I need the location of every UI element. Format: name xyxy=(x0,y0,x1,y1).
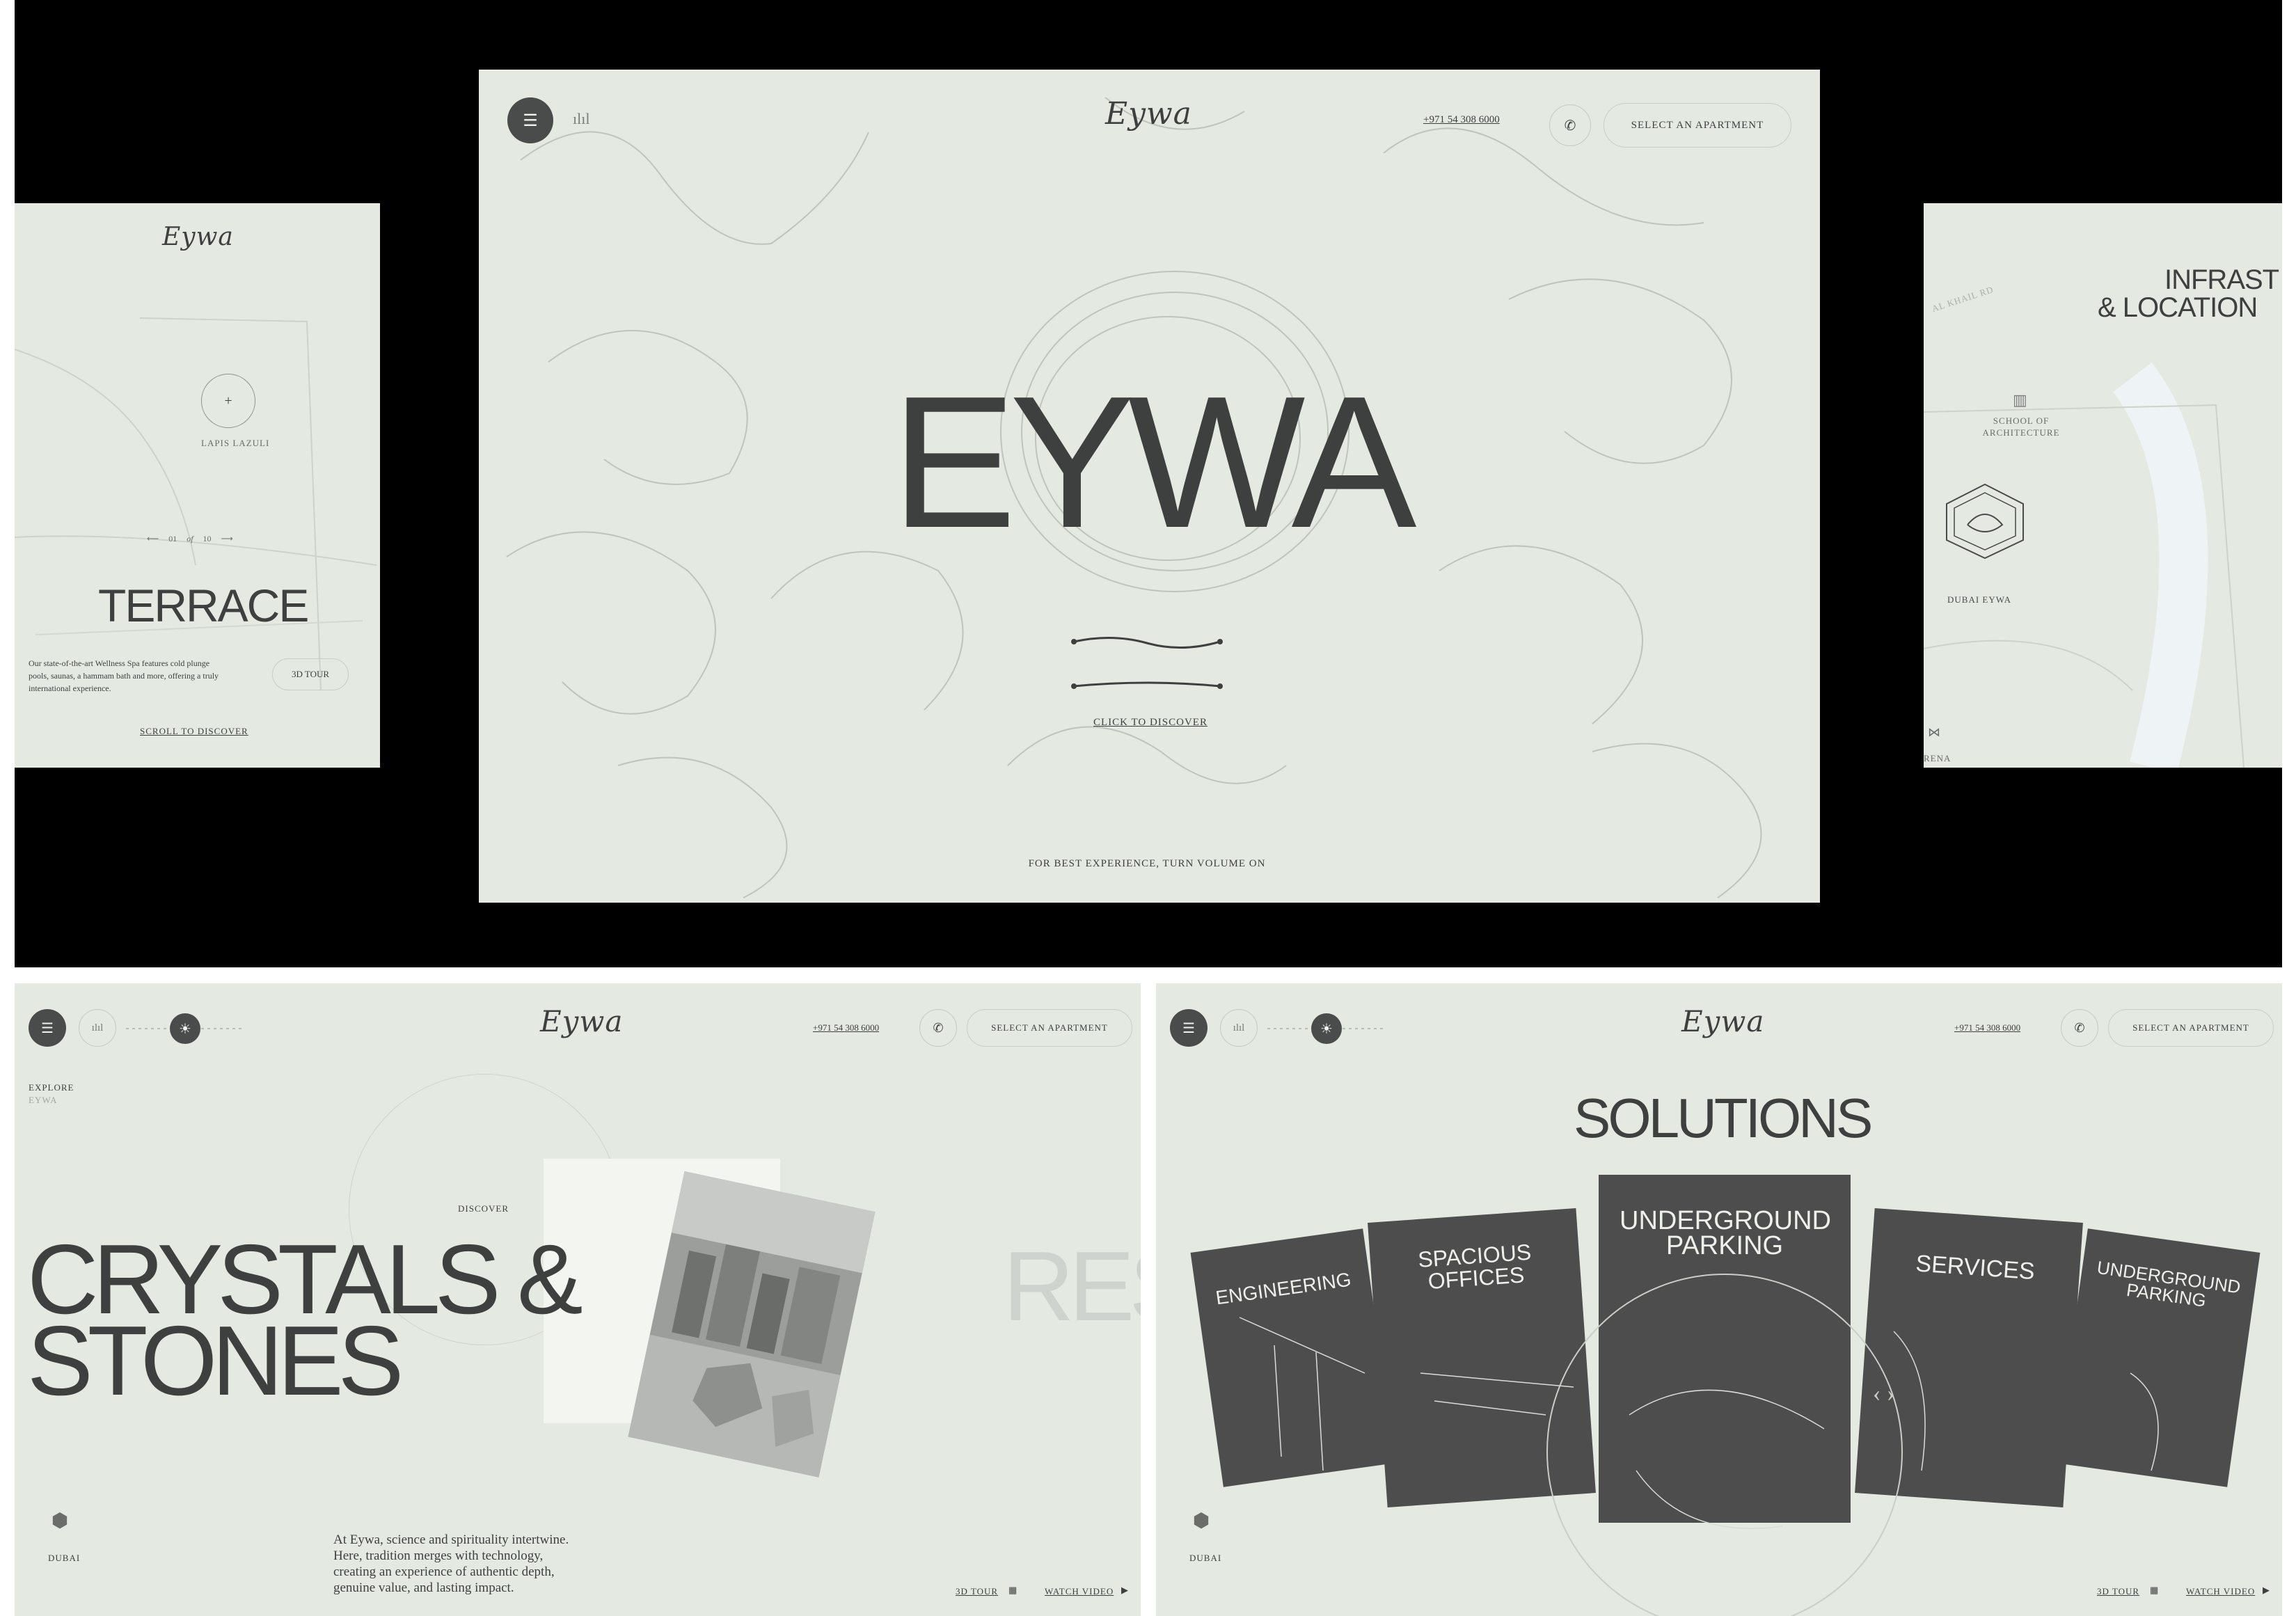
cs-watch-video-link[interactable]: WATCH VIDEO xyxy=(1045,1586,1114,1597)
scroll-to-discover-link[interactable]: SCROLL TO DISCOVER xyxy=(140,726,279,737)
eywa-hexagon-icon[interactable] xyxy=(1943,483,2027,560)
cs-description-line: Here, tradition merges with technology, xyxy=(333,1548,544,1563)
terrace-panel: Eywa + LAPIS LAZULI ⟵ 01 of 10 ⟶ TERRACE… xyxy=(15,203,380,768)
sol-play-icon[interactable]: ▶ xyxy=(2263,1585,2270,1596)
cs-play-icon[interactable]: ▶ xyxy=(1121,1585,1128,1596)
hero-panel: ☰ ılıl Eywa +971 54 308 6000 ✆ SELECT AN… xyxy=(479,70,1820,903)
sol-3d-tour-link[interactable]: 3D TOUR xyxy=(2097,1586,2139,1597)
poi-school-line2: ARCHITECTURE xyxy=(1982,427,2060,438)
sol-location-label: DUBAI xyxy=(1189,1553,1222,1563)
cs-phone-icon[interactable]: ✆ xyxy=(919,1009,957,1047)
hero-logo[interactable]: Eywa xyxy=(1105,96,1192,132)
svg-text:‹ ›: ‹ › xyxy=(1873,1381,1894,1407)
solutions-panel: ☰ ılıl ☀ Eywa +971 54 308 6000 ✆ SELECT … xyxy=(1156,983,2282,1616)
location-title-line2: & LOCATION xyxy=(2098,292,2258,323)
poi-school-line1: SCHOOL OF xyxy=(1993,415,2050,426)
cs-3d-tour-link[interactable]: 3D TOUR xyxy=(956,1586,998,1597)
location-panel: AL KHAIL RD INFRAST & LOCATION ▥ SCHOOL … xyxy=(1924,203,2282,768)
discover-wave-icon[interactable] xyxy=(1070,633,1224,689)
discover-label[interactable]: DISCOVER xyxy=(458,1203,509,1214)
crystals-panel: ☰ ılıl ☀ Eywa +971 54 308 6000 ✆ SELECT … xyxy=(15,983,1141,1616)
hero-phone-link[interactable]: +971 54 308 6000 xyxy=(1423,114,1500,126)
crystal-photo[interactable] xyxy=(627,1168,878,1478)
poi-rena: RENA xyxy=(1924,753,1951,763)
lapis-lazuli-marker[interactable]: + xyxy=(201,374,255,428)
cards-sketch-overlay: ‹ › xyxy=(1239,1274,2159,1616)
next-slide-ghost-title[interactable]: RES xyxy=(1003,1237,1141,1336)
explore-sub: EYWA xyxy=(29,1095,58,1105)
pager-sep: of xyxy=(187,534,193,544)
cs-description: At Eywa, science and spirituality intert… xyxy=(333,1532,569,1596)
pager-current: 01 xyxy=(168,534,177,544)
dubai-crest-icon[interactable]: ⬢ xyxy=(46,1509,74,1537)
terrace-description: Our state-of-the-art Wellness Spa featur… xyxy=(29,658,219,693)
cs-grid-icon[interactable]: ▦ xyxy=(1008,1585,1017,1596)
hero-phone-icon[interactable]: ✆ xyxy=(1549,104,1591,146)
cs-description-line: genuine value, and lasting impact. xyxy=(333,1581,514,1595)
cs-sound-icon[interactable]: ılıl xyxy=(79,1009,116,1047)
cs-location-label: DUBAI xyxy=(48,1553,81,1563)
pager-prev-arrow[interactable]: ⟵ xyxy=(147,534,159,544)
svg-text:☀: ☀ xyxy=(179,1022,191,1037)
explore-label: EXPLORE xyxy=(29,1082,74,1093)
poi-dubai-eywa: DUBAI EYWA xyxy=(1947,594,2011,605)
pager-next-arrow[interactable]: ⟶ xyxy=(221,534,233,544)
hero-select-apartment-button[interactable]: SELECT AN APARTMENT xyxy=(1604,103,1791,148)
marker-label: LAPIS LAZULI xyxy=(201,438,270,448)
terrace-title: TERRACE xyxy=(98,580,309,631)
click-to-discover-link[interactable]: CLICK TO DISCOVER xyxy=(1077,717,1224,729)
cs-title-line2: STONES xyxy=(27,1306,404,1416)
location-title-line1: INFRAST xyxy=(2164,264,2279,295)
cs-description-line: creating an experience of authentic dept… xyxy=(333,1564,555,1579)
terrace-3d-tour-button[interactable]: 3D TOUR xyxy=(272,658,349,690)
slide-pager: ⟵ 01 of 10 ⟶ xyxy=(147,534,265,544)
hero-menu-button[interactable]: ☰ xyxy=(507,97,553,143)
hero-title: EYWA xyxy=(891,358,1416,567)
cs-logo[interactable]: Eywa xyxy=(540,1004,623,1038)
cs-select-apartment-button[interactable]: SELECT AN APARTMENT xyxy=(967,1009,1132,1047)
cs-description-line: At Eywa, science and spirituality intert… xyxy=(333,1532,569,1547)
sol-watch-video-link[interactable]: WATCH VIDEO xyxy=(2186,1586,2255,1597)
sound-wave-icon[interactable]: ılıl xyxy=(573,110,589,128)
cs-theme-toggle[interactable]: ☀ xyxy=(126,1011,244,1046)
pager-total: 10 xyxy=(203,534,212,544)
cs-phone-link[interactable]: +971 54 308 6000 xyxy=(813,1022,879,1033)
butterfly-icon[interactable]: ⋈ xyxy=(1928,725,1940,740)
sol-grid-icon[interactable]: ▦ xyxy=(2150,1585,2158,1596)
volume-note: FOR BEST EXPERIENCE, TURN VOLUME ON xyxy=(1028,858,1266,869)
cs-menu-button[interactable]: ☰ xyxy=(29,1009,66,1047)
school-building-icon[interactable]: ▥ xyxy=(2013,391,2027,409)
sol-dubai-crest-icon[interactable]: ⬢ xyxy=(1187,1509,1215,1537)
terrace-logo[interactable]: Eywa xyxy=(162,223,234,251)
